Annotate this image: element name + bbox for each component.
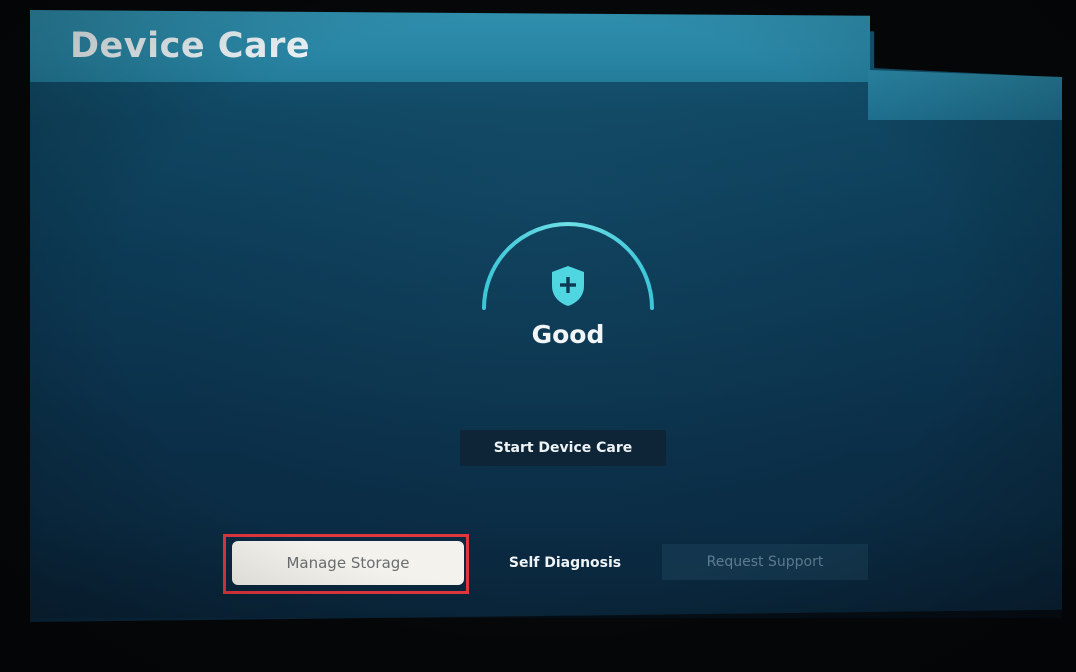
request-support-button[interactable]: Request Support: [662, 544, 868, 580]
shield-plus-icon: [552, 266, 584, 306]
page-title: Device Care: [70, 26, 311, 66]
self-diagnosis-button[interactable]: Self Diagnosis: [480, 545, 650, 581]
title-bar-extension: [868, 70, 1062, 120]
start-device-care-button[interactable]: Start Device Care: [460, 430, 666, 466]
tv-photo: Device Care Good Start Device Care Manag…: [0, 0, 1076, 672]
status-label: Good: [531, 320, 605, 349]
highlight-annotation-box: [223, 534, 469, 594]
